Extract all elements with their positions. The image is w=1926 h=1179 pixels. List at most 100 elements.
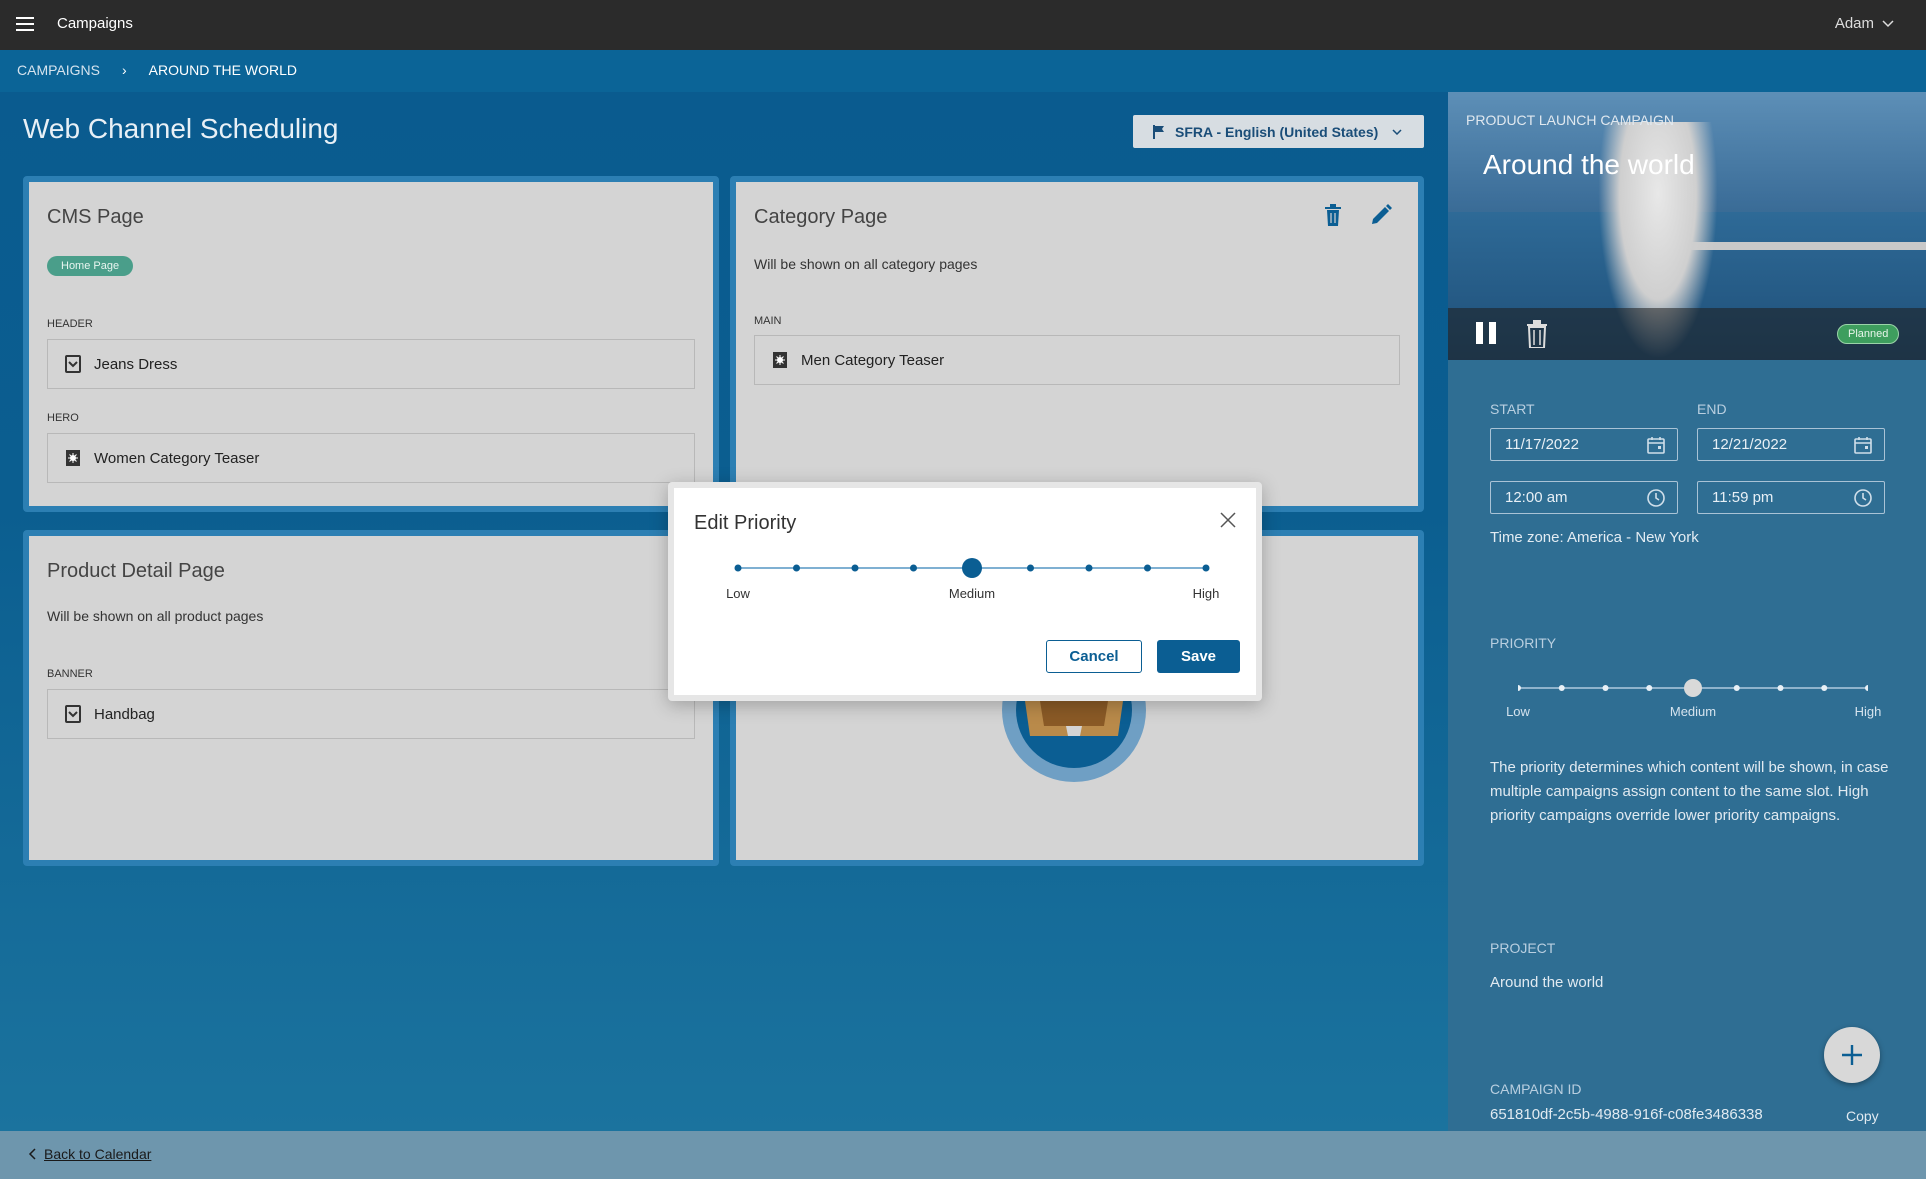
priority-high-label: High bbox=[1192, 586, 1220, 601]
cancel-button[interactable]: Cancel bbox=[1046, 640, 1142, 673]
breadcrumb: CAMPAIGNS › AROUND THE WORLD bbox=[17, 62, 297, 78]
slot-value: Men Category Teaser bbox=[801, 351, 945, 369]
campaign-type: PRODUCT LAUNCH CAMPAIGN bbox=[1466, 112, 1674, 128]
slider-step-dot[interactable] bbox=[793, 564, 800, 572]
delete-icon[interactable] bbox=[1324, 204, 1342, 231]
breadcrumb-campaigns-link[interactable]: CAMPAIGNS bbox=[17, 62, 100, 78]
slot-field-hero[interactable]: Women Category Teaser bbox=[47, 433, 695, 483]
slider-step-dot[interactable] bbox=[1646, 685, 1653, 691]
slot-field-banner[interactable]: Handbag bbox=[47, 689, 695, 739]
delete-icon[interactable] bbox=[1526, 320, 1548, 348]
end-date-value: 12/21/2022 bbox=[1712, 436, 1788, 453]
menu-icon[interactable] bbox=[16, 17, 34, 31]
slot-value: Women Category Teaser bbox=[94, 449, 260, 467]
plus-icon bbox=[1842, 1045, 1862, 1065]
slider-step-dot[interactable] bbox=[910, 564, 917, 572]
slider-step-dot[interactable] bbox=[1777, 685, 1784, 691]
slider-step-dot[interactable] bbox=[1602, 685, 1609, 691]
category-teaser-icon bbox=[64, 448, 82, 468]
pause-icon[interactable] bbox=[1476, 322, 1500, 346]
slider-step-dot[interactable] bbox=[1085, 564, 1093, 572]
close-icon[interactable] bbox=[1220, 512, 1236, 528]
slot-value: Jeans Dress bbox=[94, 355, 178, 373]
campaign-name: Around the world bbox=[1483, 149, 1695, 180]
slider-track[interactable] bbox=[1518, 676, 1868, 700]
hero-controls: Planned bbox=[1448, 308, 1926, 360]
locale-label: SFRA - English (United States) bbox=[1175, 123, 1379, 140]
campaign-hero-image: PRODUCT LAUNCH CAMPAIGN Around the world… bbox=[1448, 92, 1926, 360]
slider-track[interactable] bbox=[728, 556, 1216, 580]
add-button[interactable] bbox=[1824, 1027, 1880, 1083]
campaign-id-label: CAMPAIGN ID bbox=[1490, 1081, 1582, 1097]
category-teaser-icon bbox=[771, 350, 789, 370]
project-value: Around the world bbox=[1490, 974, 1604, 991]
breadcrumb-bar: CAMPAIGNS › AROUND THE WORLD bbox=[0, 50, 1926, 92]
end-label: END bbox=[1697, 401, 1727, 417]
timezone-text: Time zone: America - New York bbox=[1490, 529, 1699, 546]
cms-page-card: CMS Page Home Page HEADER Jeans Dress HE… bbox=[23, 176, 719, 512]
app-title: Campaigns bbox=[57, 15, 133, 32]
start-time-input[interactable]: 12:00 am bbox=[1490, 481, 1678, 514]
start-date-value: 11/17/2022 bbox=[1505, 436, 1579, 453]
slider-step-dot[interactable] bbox=[1518, 685, 1521, 691]
clock-icon[interactable] bbox=[1647, 489, 1665, 507]
card-description: Will be shown on all product pages bbox=[47, 608, 264, 624]
priority-help-text: The priority determines which content wi… bbox=[1490, 759, 1889, 824]
user-menu[interactable]: Adam bbox=[1835, 15, 1894, 32]
slider-step-dot[interactable] bbox=[1202, 564, 1210, 572]
priority-slider[interactable]: Low Medium High bbox=[1506, 679, 1881, 738]
calendar-icon[interactable] bbox=[1854, 436, 1872, 454]
priority-low-label: Low bbox=[1506, 704, 1530, 719]
campaign-side-panel: PRODUCT LAUNCH CAMPAIGN Around the world… bbox=[1448, 92, 1926, 1132]
campaign-id-value: 651810df-2c5b-4988-916f-c08fe3486338 bbox=[1490, 1106, 1763, 1123]
content-asset-icon bbox=[64, 354, 82, 374]
slider-step-dot[interactable] bbox=[1733, 685, 1740, 691]
edit-icon[interactable] bbox=[1370, 204, 1392, 231]
end-time-value: 11:59 pm bbox=[1712, 489, 1774, 506]
slider-step-dot[interactable] bbox=[1865, 685, 1868, 691]
slider-step-dot[interactable] bbox=[1821, 685, 1828, 691]
slot-field-main[interactable]: Men Category Teaser bbox=[754, 335, 1400, 385]
copy-button[interactable]: Copy bbox=[1846, 1108, 1879, 1124]
back-label: Back to Calendar bbox=[44, 1146, 152, 1162]
slot-value: Handbag bbox=[94, 705, 155, 723]
start-label: START bbox=[1490, 401, 1535, 417]
card-title: CMS Page bbox=[47, 206, 144, 228]
locale-selector[interactable]: SFRA - English (United States) bbox=[1133, 115, 1424, 148]
breadcrumb-separator: › bbox=[121, 62, 127, 78]
start-date-input[interactable]: 11/17/2022 bbox=[1490, 428, 1678, 461]
calendar-icon[interactable] bbox=[1647, 436, 1665, 454]
clock-icon[interactable] bbox=[1854, 489, 1872, 507]
slider-thumb[interactable] bbox=[1684, 679, 1702, 697]
top-bar: Campaigns Adam bbox=[0, 0, 1926, 50]
dialog-title: Edit Priority bbox=[694, 512, 797, 534]
back-to-calendar-link[interactable]: Back to Calendar bbox=[28, 1146, 151, 1162]
end-date-input[interactable]: 12/21/2022 bbox=[1697, 428, 1885, 461]
slider-step-dot[interactable] bbox=[1027, 564, 1034, 572]
slider-step-dot[interactable] bbox=[1558, 685, 1565, 691]
project-label: PROJECT bbox=[1490, 940, 1556, 956]
end-time-input[interactable]: 11:59 pm bbox=[1697, 481, 1885, 514]
slot-label-banner: BANNER bbox=[47, 668, 93, 680]
priority-low-label: Low bbox=[726, 586, 750, 601]
start-time-value: 12:00 am bbox=[1505, 489, 1568, 506]
slider-thumb[interactable] bbox=[962, 558, 982, 578]
slot-label-hero: HERO bbox=[47, 412, 79, 424]
content-asset-icon bbox=[64, 704, 82, 724]
priority-medium-label: Medium bbox=[1669, 704, 1717, 719]
slot-label-main: MAIN bbox=[754, 315, 782, 327]
slider-step-dot[interactable] bbox=[1144, 564, 1151, 572]
slot-label-header: HEADER bbox=[47, 318, 93, 330]
slider-step-dot[interactable] bbox=[851, 564, 859, 572]
card-title: Category Page bbox=[754, 206, 888, 228]
dialog-priority-slider[interactable]: Low Medium High bbox=[726, 558, 1219, 618]
flag-icon bbox=[1153, 124, 1164, 139]
slider-step-dot[interactable] bbox=[734, 564, 742, 572]
edit-priority-dialog: Edit Priority Low Medium High Cancel Sav… bbox=[668, 482, 1262, 701]
footer-bar: Back to Calendar bbox=[0, 1131, 1926, 1179]
save-button[interactable]: Save bbox=[1157, 640, 1240, 673]
slot-field-header[interactable]: Jeans Dress bbox=[47, 339, 695, 389]
priority-medium-label: Medium bbox=[948, 586, 996, 601]
priority-label: PRIORITY bbox=[1490, 635, 1557, 651]
chevron-left-icon bbox=[28, 1148, 36, 1160]
